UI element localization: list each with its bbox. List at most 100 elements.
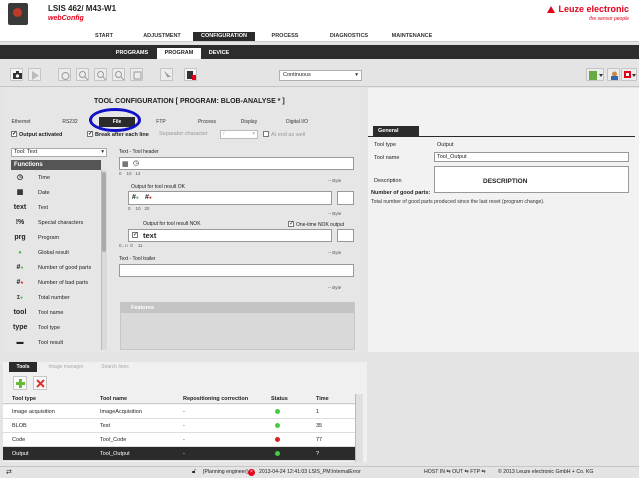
tool-select-value: Tool: Text	[14, 149, 38, 155]
tool-type-value: Output	[437, 142, 454, 148]
tab-tools[interactable]: Tools	[9, 362, 37, 372]
ok-output-field[interactable]: #● #●	[128, 191, 332, 205]
mode-select[interactable]: Continuous ▾	[279, 70, 362, 81]
separator-select[interactable]: / ▾	[220, 130, 258, 139]
one-time-nok-label: One-time NOK output	[296, 222, 345, 228]
nav-start[interactable]: START	[84, 32, 124, 41]
col-time: Time	[316, 396, 329, 402]
tab-general[interactable]: General	[373, 126, 419, 136]
nok-enable-checkbox[interactable]	[132, 231, 140, 239]
cell-time: 1	[316, 409, 320, 415]
text-icon: text	[13, 204, 27, 211]
nav-diagnostics[interactable]: DIAGNOSTICS	[320, 32, 378, 41]
good-parts-icon: #●	[132, 194, 139, 201]
table-row[interactable]: BLOB Test - 35	[3, 419, 355, 433]
subnav-program[interactable]: PROGRAM	[157, 48, 201, 59]
ok-output-label: Output for tool result OK	[131, 184, 185, 190]
tab-ftp[interactable]: FTP	[143, 117, 179, 127]
nav-configuration[interactable]: CONFIGURATION	[193, 32, 255, 41]
brand-logo: Leuze electronic	[547, 4, 629, 14]
tab-divider	[368, 136, 635, 137]
description-label: Description	[374, 178, 402, 184]
cell-tool-name: ImageAcquisition	[100, 409, 142, 415]
function-good-parts[interactable]: #● Number of good parts	[11, 261, 101, 275]
function-date[interactable]: ▦ Date	[11, 186, 101, 200]
date-icon: ▦	[16, 189, 24, 196]
tab-process[interactable]: Process	[187, 117, 227, 127]
function-tool-type[interactable]: type Tool type	[11, 321, 101, 335]
add-tool-button[interactable]	[13, 376, 27, 390]
tab-digital-io[interactable]: Digital I/O	[275, 117, 319, 127]
zoom-out-button[interactable]	[94, 68, 107, 81]
break-after-line-checkbox[interactable]: Break after each line	[87, 130, 149, 138]
nav-maintenance[interactable]: MAINTENANCE	[382, 32, 442, 41]
tool-name-icon: tool	[13, 309, 27, 316]
zoom-in-button[interactable]	[76, 68, 89, 81]
camera-button[interactable]	[10, 68, 23, 81]
tool-header-field[interactable]: ▦ ◷	[119, 157, 354, 170]
function-bad-parts[interactable]: #● Number of bad parts	[11, 276, 101, 290]
io-indicators: HOST IN ⇆ OUT ⇆ FTP ⇆	[424, 469, 486, 475]
tab-search-lines[interactable]: Search lines	[95, 362, 135, 372]
ok-output-extra[interactable]	[337, 191, 354, 205]
cell-tool-name: Tool_Output	[100, 451, 130, 457]
tab-ethernet[interactable]: Ethernet	[3, 117, 39, 127]
function-total-number[interactable]: Σ● Total number	[11, 291, 101, 305]
nok-output-extra[interactable]	[337, 229, 354, 242]
subnav-programs[interactable]: PROGRAMS	[110, 48, 154, 59]
leuze-logo-icon	[547, 6, 556, 13]
user-button[interactable]	[607, 68, 620, 81]
tool-trailer-field[interactable]	[119, 264, 354, 277]
function-program[interactable]: prg Program	[11, 231, 101, 245]
scale-tick: 10	[135, 206, 141, 211]
tab-image-manager[interactable]: Image manager	[41, 362, 91, 372]
play-button[interactable]	[28, 68, 41, 81]
plus-icon	[16, 379, 25, 388]
record-button[interactable]	[184, 68, 197, 81]
language-button[interactable]	[621, 68, 637, 81]
table-row-selected[interactable]: Output Tool_Output - ?	[3, 447, 355, 461]
one-time-nok-checkbox[interactable]: One-time NOK output	[288, 220, 345, 228]
tools-table-header: Tool type Tool name Repositioning correc…	[3, 394, 355, 404]
nok-scale: 0...n 0 11	[119, 243, 142, 248]
tab-rs232[interactable]: RS232	[53, 117, 87, 127]
function-label: Text	[38, 205, 49, 211]
tool-name-input[interactable]: Tool_Output	[434, 152, 629, 162]
functions-scroll-thumb[interactable]	[102, 172, 106, 252]
description-input[interactable]	[434, 166, 629, 193]
subnav-device[interactable]: DEVICE	[204, 48, 234, 59]
layout-button[interactable]	[586, 68, 604, 81]
function-time[interactable]: ◷ Time	[11, 171, 101, 185]
function-tool-result[interactable]: ▬ Tool result	[11, 336, 101, 350]
user-role: [Planning engineer]	[203, 469, 248, 475]
zoom-100-button[interactable]	[130, 68, 143, 81]
output-activated-checkbox[interactable]: Output activated	[11, 130, 62, 138]
record-icon	[187, 71, 196, 80]
table-row[interactable]: Code Tool_Code - 77	[3, 433, 355, 447]
nav-process[interactable]: PROCESS	[262, 32, 308, 41]
function-tool-name[interactable]: tool Tool name	[11, 306, 101, 320]
pan-button[interactable]	[58, 68, 71, 81]
nok-output-field[interactable]: text	[128, 229, 332, 242]
mode-value: Continuous	[283, 72, 311, 78]
function-global-result[interactable]: ● Global result	[11, 246, 101, 260]
delete-tool-button[interactable]	[33, 376, 47, 390]
zoom-fit-button[interactable]	[112, 68, 125, 81]
special-chars-icon: !%	[15, 219, 25, 226]
status-ok-icon	[275, 409, 280, 414]
at-end-label: At end as well	[271, 132, 306, 138]
tab-display[interactable]: Display	[229, 117, 269, 127]
error-icon[interactable]: ×	[248, 469, 255, 476]
function-text[interactable]: text Text	[11, 201, 101, 215]
function-special-characters[interactable]: !% Special characters	[11, 216, 101, 230]
pointer-button[interactable]	[160, 68, 173, 81]
tools-scrollbar[interactable]	[355, 394, 363, 462]
cell-tool-type: Output	[12, 451, 29, 457]
at-end-checkbox[interactable]: At end as well	[263, 131, 305, 138]
tool-type-label: Tool type	[374, 142, 397, 148]
nav-adjustment[interactable]: ADJUSTMENT	[134, 32, 190, 41]
function-label: Total number	[38, 295, 70, 301]
scale-tick: 14	[135, 171, 141, 176]
table-row[interactable]: Image acquisition ImageAcquisition - 1	[3, 405, 355, 419]
tool-select[interactable]: Tool: Text ▾	[11, 148, 107, 157]
